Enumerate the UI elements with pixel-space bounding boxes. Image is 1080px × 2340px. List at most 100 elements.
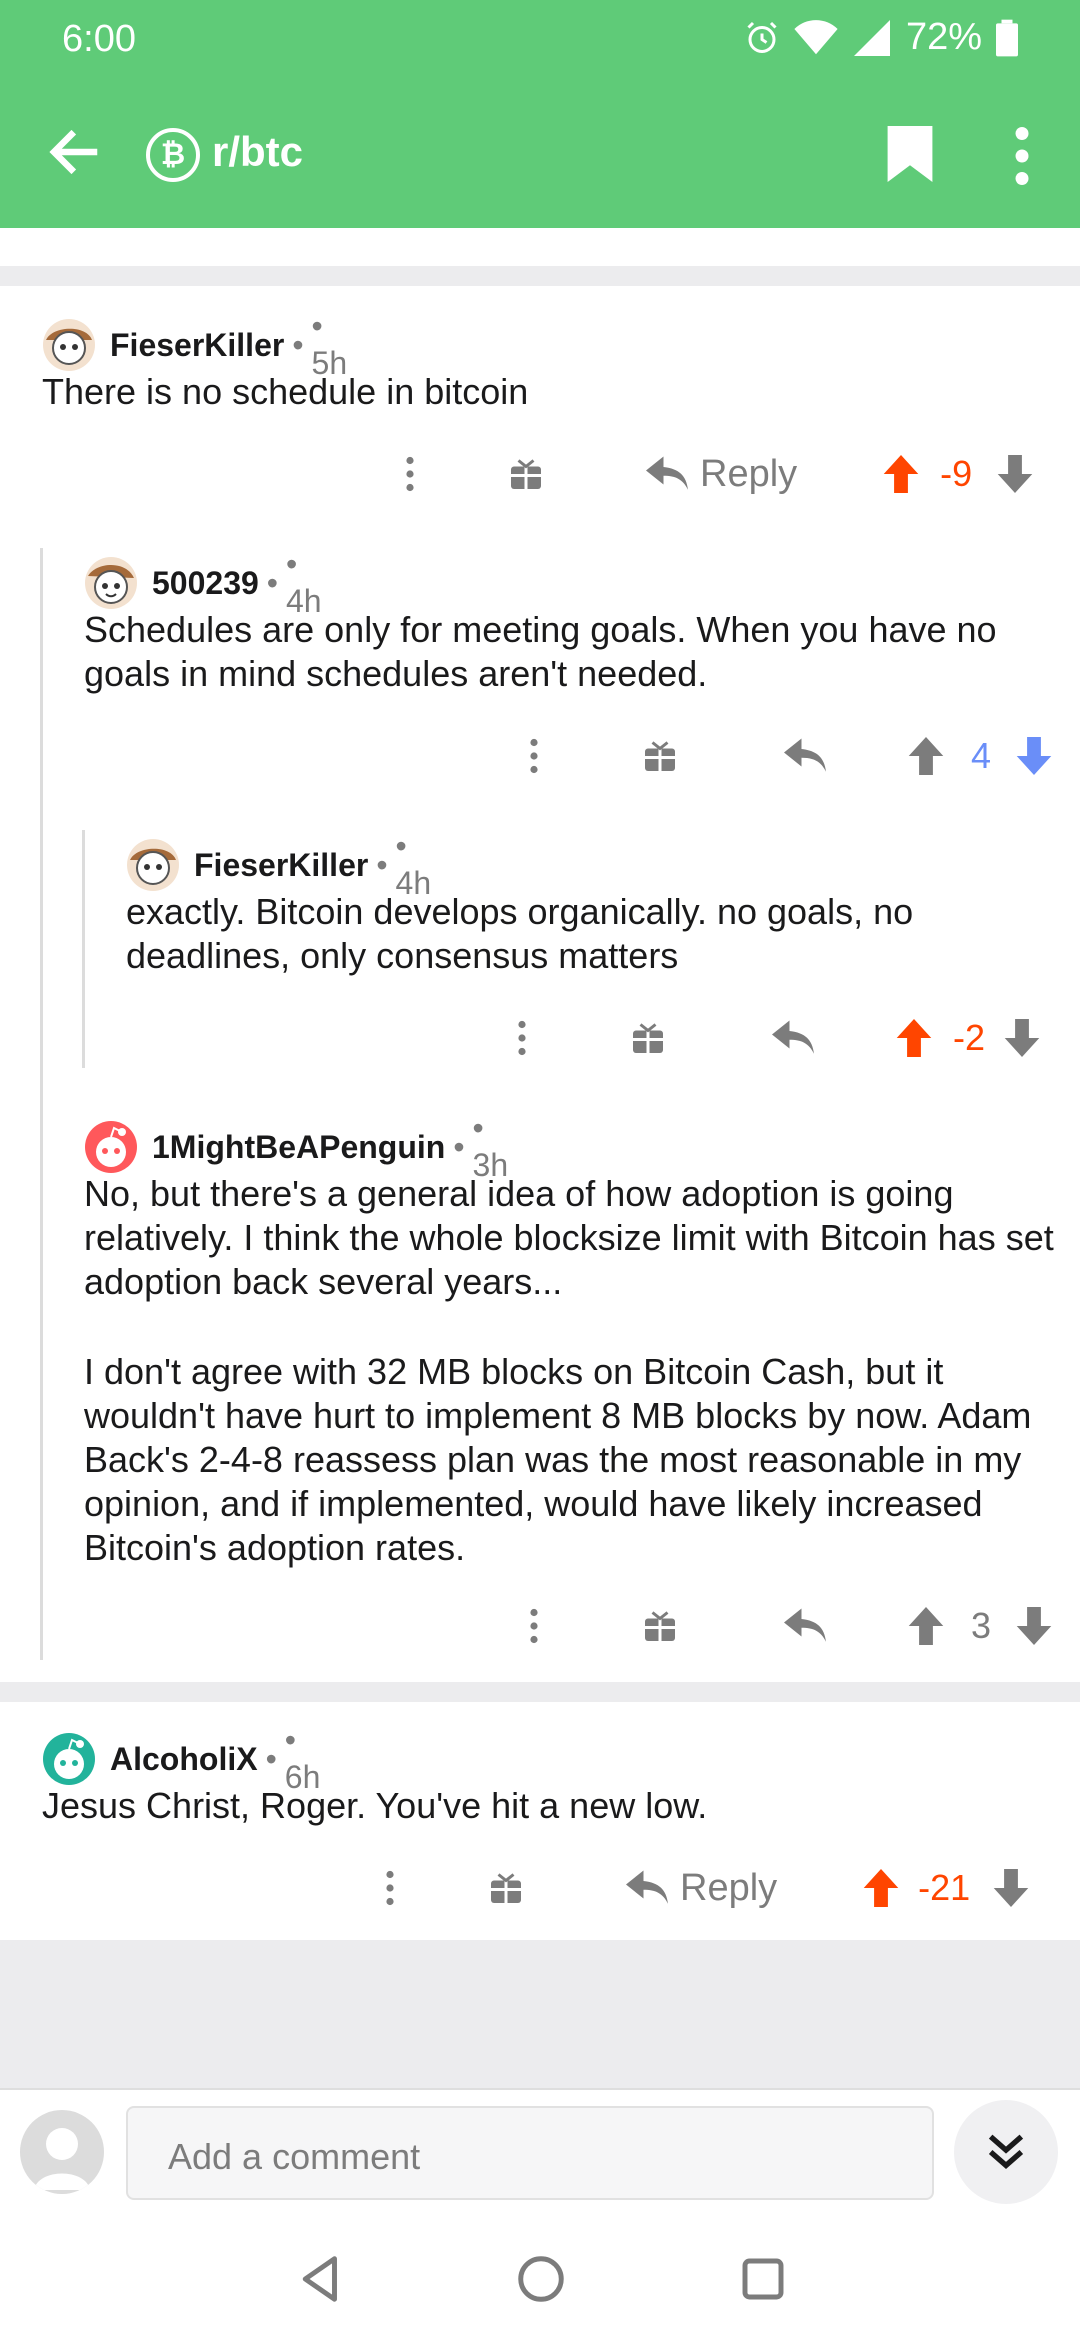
jump-to-bottom-button[interactable]: [954, 2100, 1058, 2204]
upvote-button[interactable]: [863, 1869, 899, 1907]
award-gift-icon[interactable]: [640, 738, 680, 774]
user-avatar[interactable]: [20, 2110, 104, 2194]
avatar[interactable]: [42, 1732, 96, 1786]
battery-icon: [996, 19, 1018, 56]
bitcoin-icon: ₿: [146, 128, 200, 182]
toolbar: ₿ r/btc: [0, 100, 1080, 210]
comment-author[interactable]: 500239: [152, 565, 259, 602]
reply-icon: [626, 1870, 668, 1904]
app-bar: 6:00 72% ₿ r/btc: [0, 0, 1080, 228]
separator-dot: •: [292, 326, 304, 363]
reply-button[interactable]: [784, 738, 826, 774]
nav-home-icon[interactable]: [514, 2252, 568, 2306]
nav-recents-icon[interactable]: [736, 2252, 790, 2306]
separator-dot: •: [266, 564, 278, 601]
downvote-button[interactable]: [1016, 737, 1052, 775]
downvote-arrow-icon: [993, 1869, 1029, 1907]
more-options-icon[interactable]: [514, 738, 554, 774]
reply-button[interactable]: [784, 1608, 826, 1644]
comment-divider: [0, 1682, 1080, 1702]
upvote-arrow-icon: [908, 737, 944, 775]
comment-body: There is no schedule in bitcoin: [42, 371, 529, 412]
vote-score: -2: [952, 1017, 985, 1058]
comment-composer: Add a comment: [0, 2088, 1080, 2218]
vote-score: 3: [970, 1605, 992, 1646]
vote-score: -21: [918, 1867, 971, 1908]
more-vert-icon[interactable]: [1004, 126, 1040, 186]
status-icons: 72%: [744, 16, 1018, 59]
comment-author[interactable]: AlcoholiX: [110, 1741, 258, 1778]
comment-body: exactly. Bitcoin develops organically. n…: [126, 891, 914, 976]
upvote-arrow-icon: [883, 455, 919, 493]
award-gift-icon[interactable]: [486, 1870, 526, 1906]
downvote-button[interactable]: [1004, 1019, 1040, 1057]
upvote-button[interactable]: [908, 737, 944, 775]
thread-line: [82, 830, 85, 1068]
downvote-arrow-icon: [1016, 1607, 1052, 1645]
reply-button[interactable]: Reply: [646, 453, 797, 496]
comment-actions: 3: [514, 1596, 1052, 1656]
status-time: 6:00: [62, 18, 136, 60]
reply-icon: [784, 738, 826, 772]
upvote-arrow-icon: [896, 1019, 932, 1057]
nav-back-icon[interactable]: [294, 2252, 348, 2306]
avatar[interactable]: [126, 838, 180, 892]
upvote-button[interactable]: [908, 1607, 944, 1645]
double-chevron-down-icon: [988, 2134, 1024, 2169]
cell-signal-icon: [853, 19, 890, 56]
thread-line: [40, 548, 43, 1660]
reply-label: Reply: [680, 1866, 778, 1909]
avatar[interactable]: [42, 318, 96, 372]
comment-body: No, but there's a general idea of how ad…: [84, 1173, 1054, 1302]
award-gift-icon[interactable]: [640, 1608, 680, 1644]
upvote-arrow-icon: [908, 1607, 944, 1645]
subreddit-title[interactable]: r/btc: [212, 128, 303, 176]
comment-actions: -2: [502, 1008, 1040, 1068]
reply-label: Reply: [700, 452, 798, 495]
back-arrow-icon[interactable]: [44, 122, 104, 182]
reply-button[interactable]: Reply: [626, 1867, 777, 1910]
downvote-arrow-icon: [997, 455, 1033, 493]
avatar[interactable]: [84, 1120, 138, 1174]
downvote-button[interactable]: [1016, 1607, 1052, 1645]
downvote-button[interactable]: [993, 1869, 1029, 1907]
comment-body: Jesus Christ, Roger. You've hit a new lo…: [42, 1785, 708, 1826]
upvote-arrow-icon: [863, 1869, 899, 1907]
vote-score: 4: [970, 735, 992, 776]
comment-input[interactable]: Add a comment: [126, 2106, 934, 2200]
upvote-button[interactable]: [883, 455, 919, 493]
comment-actions: 4: [514, 726, 1052, 786]
comment-body: Schedules are only for meeting goals. Wh…: [84, 609, 997, 694]
more-options-icon[interactable]: [502, 1020, 542, 1056]
upvote-button[interactable]: [896, 1019, 932, 1057]
separator-dot: •: [453, 1128, 465, 1165]
status-bar: 6:00 72%: [0, 0, 1080, 80]
comment-author[interactable]: FieserKiller: [194, 847, 368, 884]
alarm-icon: [747, 21, 777, 53]
reply-icon: [772, 1020, 814, 1054]
previous-comment-actions-clipped: [0, 228, 1080, 266]
reply-icon: [784, 1608, 826, 1642]
reply-button[interactable]: [772, 1020, 814, 1056]
vote-score: -9: [940, 453, 973, 494]
downvote-button[interactable]: [997, 455, 1033, 493]
downvote-arrow-icon: [1004, 1019, 1040, 1057]
bookmark-icon[interactable]: [886, 126, 934, 182]
separator-dot: •: [376, 846, 388, 883]
more-options-icon[interactable]: [390, 456, 430, 492]
comment-author[interactable]: FieserKiller: [110, 327, 284, 364]
award-gift-icon[interactable]: [628, 1020, 668, 1056]
battery-percent: 72%: [905, 16, 982, 58]
wifi-icon: [794, 19, 838, 54]
award-gift-icon[interactable]: [506, 456, 546, 492]
more-options-icon[interactable]: [514, 1608, 554, 1644]
comment-body: I don't agree with 32 MB blocks on Bitco…: [84, 1351, 1032, 1568]
comment-actions: Reply -9: [390, 444, 1033, 504]
comment-actions: Reply -21: [370, 1858, 1029, 1918]
comment-author[interactable]: 1MightBeAPenguin: [152, 1129, 445, 1166]
avatar[interactable]: [84, 556, 138, 610]
comment-divider: [0, 266, 1080, 286]
end-of-comments-spacer: [0, 1940, 1080, 2088]
system-nav-bar: [0, 2218, 1080, 2340]
more-options-icon[interactable]: [370, 1870, 410, 1906]
